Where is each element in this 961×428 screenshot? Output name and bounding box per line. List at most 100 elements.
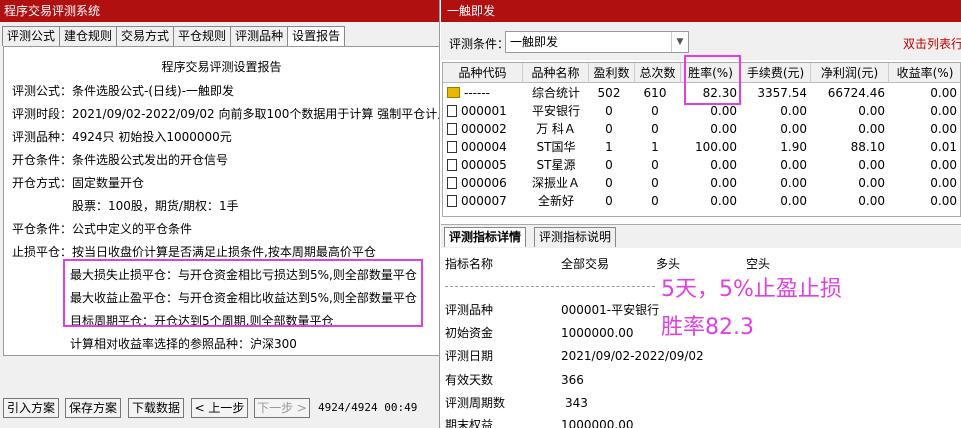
table-row[interactable]: 000005 ST星源 0 0 0.00 0.00 0.00 0.00 [443,156,960,174]
cell-rate: 100.00 [695,140,737,154]
col-header-wins[interactable]: 盈利数 [589,63,635,83]
left-panel: 程序交易评测系统 评测公式 建仓规则 交易方式 平仓规则 评测品种 设置报告 程序交易评测… [0,0,440,428]
tab-metric-details[interactable]: 评测指标详情 [444,227,527,247]
col-header-fee[interactable]: 手续费(元) [741,63,811,83]
window-title: 程序交易评测系统 [0,0,439,22]
table-row[interactable]: 000002 万 科Ａ 0 0 0.00 0.00 0.00 0.00 [443,120,960,138]
cell-profit: 0.00 [858,104,885,118]
progress-status: 4924/4924 00:49 [318,401,418,414]
cell-win: 1 [605,140,613,154]
save-plan-button[interactable]: 保存方案 [65,398,121,418]
prev-step-button[interactable]: < 上一步 [191,398,248,418]
cell-fee: 0.00 [780,158,807,172]
cell-code-text: 000007 [461,194,507,208]
detail-value: 1000000.00 [561,418,634,428]
chevron-down-icon[interactable]: ▼ [671,32,688,52]
cell-profit: 0.00 [858,158,885,172]
bottom-toolbar: 引入方案 保存方案 下载数据 < 上一步 下一步 > 4924/4924 00:… [0,392,440,428]
detail-value: 1000000.00 [561,326,634,340]
table-row[interactable]: 000006 深振业Ａ 0 0 0.00 0.00 0.00 0.00 [443,174,960,192]
detail-label: 评测周期数 [445,396,506,410]
import-plan-button[interactable]: 引入方案 [3,398,59,418]
annotation-text: 5天，5%止盈止损 [661,277,842,302]
cell-name: 平安银行 [531,104,580,118]
col-header-code[interactable]: 品种代码 [443,63,523,83]
report-line: 止损平仓：按当日收盘价计算是否满足止损条件,按本周期最高价平仓 [12,245,376,259]
cell-profit: 0.00 [858,122,885,136]
cell-rate: 0.00 [710,194,737,208]
double-click-hint: 双击列表行 [903,37,961,51]
cell-win: 0 [605,104,613,118]
report-heading: 程序交易评测设置报告 [161,60,282,74]
cell-fee: 3357.54 [757,86,807,100]
detail-tab-bar: 评测指标详情 评测指标说明 [441,224,961,248]
detail-label: 评测日期 [445,349,494,363]
cell-ret: 0.00 [930,158,957,172]
cell-total: 0 [651,194,659,208]
col-header-total[interactable]: 总次数 [635,63,681,83]
cell-profit: 0.00 [858,176,885,190]
folder-icon [447,87,460,98]
cell-profit: 0.00 [858,194,885,208]
col-header-profit[interactable]: 净利润(元) [811,63,889,83]
tab-metric-notes[interactable]: 评测指标说明 [534,227,617,247]
cell-name: 全新好 [537,194,574,208]
cell-profit: 88.10 [850,140,885,154]
tab-formula[interactable]: 评测公式 [2,26,61,46]
cell-fee: 1.90 [780,140,807,154]
cell-code: ------ [447,84,523,102]
tab-symbols[interactable]: 评测品种 [230,26,289,46]
tab-trade-mode[interactable]: 交易方式 [116,26,175,46]
report-line: 评测品种：4924只 初始投入1000000元 [12,130,232,144]
document-icon [447,141,457,153]
cell-win: 0 [605,194,613,208]
detail-value: 2021/09/02-2022/09/02 [561,349,704,363]
table-row[interactable]: 000004 ST国华 1 1 100.00 1.90 88.10 0.01 [443,138,960,156]
detail-label: 初始资金 [445,326,494,340]
cell-code-text: 000005 [461,158,507,172]
cell-name: 深振业Ａ [531,176,580,190]
divider [445,286,655,287]
report-line: 评测公式：条件选股公式-(日线)-一触即发 [12,84,235,98]
report-line: 平仓条件：公式中定义的平仓条件 [12,222,193,236]
cell-code: 000005 [447,156,523,174]
highlight-box [684,55,741,105]
report-line: 开仓条件：条件选股公式发出的开仓信号 [12,153,229,167]
cell-rate: 0.00 [710,176,737,190]
cell-total: 1 [651,140,659,154]
col-header-return[interactable]: 收益率(%) [889,63,960,83]
cell-ret: 0.01 [930,140,957,154]
cell-ret: 0.00 [930,122,957,136]
tab-settings-report[interactable]: 设置报告 [287,26,346,46]
document-icon [447,123,457,135]
cell-total: 0 [651,104,659,118]
highlight-box [63,259,423,327]
document-icon [447,159,457,171]
cell-total: 0 [651,158,659,172]
document-icon [447,177,457,189]
cell-win: 0 [605,158,613,172]
cell-code-text: 000004 [461,140,507,154]
report-line: 计算相对收益率选择的参照品种：沪深300 [70,337,297,351]
cell-profit: 66724.46 [827,86,885,100]
cell-fee: 0.00 [780,176,807,190]
detail-header-long: 多头 [656,257,681,271]
download-data-button[interactable]: 下载数据 [128,398,184,418]
tab-entry-rules[interactable]: 建仓规则 [59,26,118,46]
col-header-name[interactable]: 品种名称 [523,63,589,83]
report-line: 股票：100股，期货/期权：1手 [72,199,239,213]
condition-select[interactable]: 一触即发 [505,31,689,53]
detail-header-metric: 指标名称 [445,257,494,271]
table-row[interactable]: 000007 全新好 0 0 0.00 0.00 0.00 0.00 [443,192,960,210]
cell-fee: 0.00 [780,104,807,118]
report-line: 开仓方式：固定数量开仓 [12,176,145,190]
detail-value: 366 [561,373,584,387]
tab-exit-rules[interactable]: 平仓规则 [173,26,232,46]
cell-fee: 0.00 [780,122,807,136]
cell-ret: 0.00 [930,194,957,208]
cell-code: 000007 [447,192,523,210]
cell-code: 000004 [447,138,523,156]
cell-total: 0 [651,122,659,136]
next-step-button[interactable]: 下一步 > [254,398,310,418]
cell-rate: 0.00 [710,122,737,136]
